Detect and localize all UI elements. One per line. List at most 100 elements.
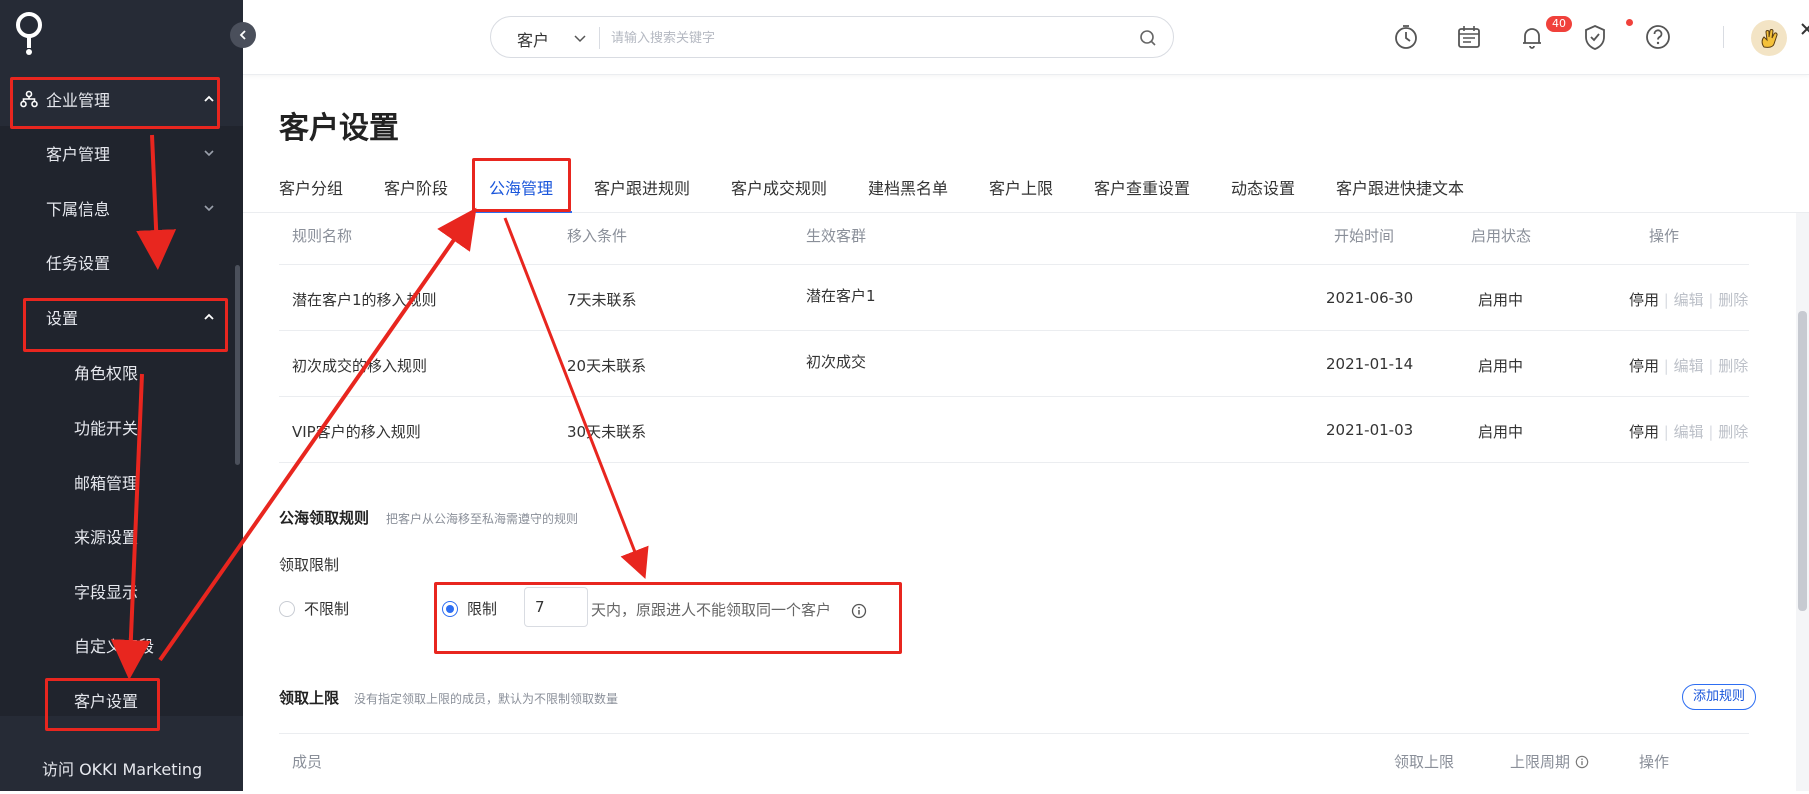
active-tab-indicator bbox=[470, 211, 572, 213]
sidebar-scrollbar[interactable] bbox=[235, 265, 240, 465]
sidebar-item-label: 邮箱管理 bbox=[74, 474, 139, 493]
sidebar-item-roles[interactable]: 角色权限 bbox=[0, 346, 243, 398]
sidebar-item-subordinates[interactable]: 下属信息 bbox=[0, 182, 243, 234]
tab-deal-rules[interactable]: 客户成交规则 bbox=[731, 175, 827, 199]
radio-unlimited-label[interactable]: 不限制 bbox=[304, 598, 349, 619]
section-divider bbox=[279, 733, 1749, 734]
sidebar-item-label: 设置 bbox=[46, 309, 79, 328]
add-rule-button[interactable]: 添加规则 bbox=[1682, 684, 1757, 710]
calendar-icon[interactable] bbox=[1454, 22, 1484, 52]
page-title: 客户设置 bbox=[279, 111, 399, 146]
chevron-down-icon bbox=[204, 150, 214, 157]
disable-button[interactable]: 停用 bbox=[1629, 291, 1659, 309]
sidebar-item-customer-mgmt[interactable]: 客户管理 bbox=[0, 127, 243, 179]
sidebar-item-label: 客户设置 bbox=[74, 692, 139, 711]
limit-days-input[interactable] bbox=[524, 587, 588, 627]
global-search: 客户 bbox=[490, 16, 1174, 58]
radio-limited[interactable] bbox=[442, 601, 458, 617]
sidebar-item-mailbox[interactable]: 邮箱管理 bbox=[0, 456, 243, 508]
claim-rules-desc: 把客户从公海移至私海需遵守的规则 bbox=[386, 512, 579, 526]
sidebar-collapse-button[interactable] bbox=[230, 22, 256, 48]
sidebar-item-custom-field[interactable]: 自定义字段 bbox=[0, 619, 243, 671]
tab-customer-stage[interactable]: 客户阶段 bbox=[384, 175, 448, 199]
claim-rules-title: 公海领取规则 bbox=[279, 509, 370, 527]
timer-icon[interactable] bbox=[1391, 22, 1421, 52]
rule-actions: 停用 | 编辑 | 删除 bbox=[1629, 291, 1749, 309]
bell-icon[interactable] bbox=[1517, 22, 1547, 52]
sidebar-item-okki-marketing[interactable]: 访问 OKKI Marketing bbox=[0, 742, 243, 794]
rule-name: 初次成交的移入规则 bbox=[292, 357, 428, 375]
scrollbar-thumb[interactable] bbox=[1798, 311, 1807, 611]
disable-button[interactable]: 停用 bbox=[1629, 423, 1659, 441]
main-content: 客户设置 客户分组 客户阶段 公海管理 客户跟进规则 客户成交规则 建档黑名单 … bbox=[243, 75, 1809, 791]
content-scrollbar[interactable] bbox=[1796, 213, 1809, 791]
sidebar-item-label: 下属信息 bbox=[46, 200, 111, 219]
chevron-up-icon bbox=[204, 313, 214, 320]
chevron-up-icon bbox=[204, 95, 214, 102]
search-type-select[interactable]: 客户 bbox=[517, 27, 549, 51]
edit-button[interactable]: 编辑 bbox=[1674, 357, 1704, 375]
sidebar-item-label: 字段显示 bbox=[74, 583, 139, 602]
rule-status: 启用中 bbox=[1478, 291, 1524, 309]
edit-button[interactable]: 编辑 bbox=[1674, 291, 1704, 309]
table-row: VIP客户的移入规则 30天未联系 2021-01-03 启用中 停用 | 编辑… bbox=[279, 397, 1749, 463]
sidebar-item-source[interactable]: 来源设置 bbox=[0, 510, 243, 562]
column-header: 领取上限 bbox=[1394, 753, 1455, 771]
search-divider bbox=[599, 27, 600, 49]
settings-tabs: 客户分组 客户阶段 公海管理 客户跟进规则 客户成交规则 建档黑名单 客户上限 … bbox=[243, 151, 1809, 213]
radio-limited-label[interactable]: 限制 bbox=[467, 598, 497, 619]
sidebar-item-settings[interactable]: 设置 bbox=[0, 291, 243, 343]
radio-unlimited[interactable] bbox=[279, 601, 295, 617]
column-header: 移入条件 bbox=[567, 227, 628, 245]
table-row: 潜在客户1的移入规则 7天未联系 潜在客户1 2021-06-30 启用中 停用… bbox=[279, 265, 1749, 331]
chevron-down-icon bbox=[204, 205, 214, 212]
delete-button[interactable]: 删除 bbox=[1718, 423, 1748, 441]
tab-dynamic-settings[interactable]: 动态设置 bbox=[1231, 175, 1295, 199]
avatar-hand-icon bbox=[1761, 29, 1778, 48]
tab-duplicate-check[interactable]: 客户查重设置 bbox=[1094, 175, 1190, 199]
sidebar-item-label: 角色权限 bbox=[74, 364, 139, 383]
sidebar: 企业管理 客户管理 下属信息 任务设置 设置 角色权限 功能开关 邮箱管理 来源… bbox=[0, 0, 243, 791]
tab-blacklist[interactable]: 建档黑名单 bbox=[868, 175, 948, 199]
sidebar-item-feature-switch[interactable]: 功能开关 bbox=[0, 401, 243, 453]
rule-name: 潜在客户1的移入规则 bbox=[292, 291, 437, 309]
sidebar-item-label: 客户管理 bbox=[46, 145, 111, 164]
tab-followup-rules[interactable]: 客户跟进规则 bbox=[594, 175, 690, 199]
column-header: 上限周期 bbox=[1510, 753, 1571, 771]
avatar[interactable] bbox=[1751, 20, 1787, 56]
delete-button[interactable]: 删除 bbox=[1718, 291, 1748, 309]
tab-customer-limit[interactable]: 客户上限 bbox=[989, 175, 1053, 199]
sidebar-item-field-display[interactable]: 字段显示 bbox=[0, 565, 243, 617]
shield-check-icon[interactable] bbox=[1580, 22, 1610, 52]
column-header: 生效客群 bbox=[806, 227, 867, 245]
column-header: 规则名称 bbox=[292, 227, 353, 245]
table-row: 初次成交的移入规则 20天未联系 初次成交 2021-01-14 启用中 停用 … bbox=[279, 331, 1749, 397]
chevron-down-icon[interactable] bbox=[573, 31, 587, 45]
rule-condition: 7天未联系 bbox=[567, 291, 637, 309]
help-icon[interactable] bbox=[1643, 22, 1673, 52]
info-icon[interactable] bbox=[851, 603, 867, 619]
org-tree-icon bbox=[20, 90, 38, 108]
rule-group: 潜在客户1 bbox=[806, 287, 876, 305]
edit-button[interactable]: 编辑 bbox=[1674, 423, 1704, 441]
column-header: 操作 bbox=[1639, 753, 1670, 771]
chevron-left-icon bbox=[239, 30, 246, 40]
claim-cap-desc: 没有指定领取上限的成员，默认为不限制领取数量 bbox=[354, 692, 619, 706]
search-icon[interactable] bbox=[1139, 29, 1157, 47]
sidebar-item-task-settings[interactable]: 任务设置 bbox=[0, 236, 243, 288]
sidebar-item-label: 任务设置 bbox=[46, 254, 111, 273]
disable-button[interactable]: 停用 bbox=[1629, 357, 1659, 375]
rule-name: VIP客户的移入规则 bbox=[292, 423, 421, 441]
delete-button[interactable]: 删除 bbox=[1718, 357, 1748, 375]
tab-public-pool[interactable]: 公海管理 bbox=[489, 175, 553, 199]
info-icon[interactable] bbox=[1575, 755, 1589, 769]
claim-cap-title: 领取上限 bbox=[279, 689, 340, 707]
close-icon[interactable] bbox=[1800, 18, 1809, 40]
sidebar-item-label: 访问 OKKI Marketing bbox=[42, 760, 203, 779]
tab-quick-text[interactable]: 客户跟进快捷文本 bbox=[1336, 175, 1464, 199]
column-header: 成员 bbox=[292, 753, 323, 771]
sidebar-item-enterprise[interactable]: 企业管理 bbox=[0, 73, 243, 125]
claim-limit-label: 领取限制 bbox=[279, 556, 340, 574]
tab-customer-group[interactable]: 客户分组 bbox=[279, 175, 343, 199]
search-input[interactable] bbox=[609, 25, 1129, 51]
